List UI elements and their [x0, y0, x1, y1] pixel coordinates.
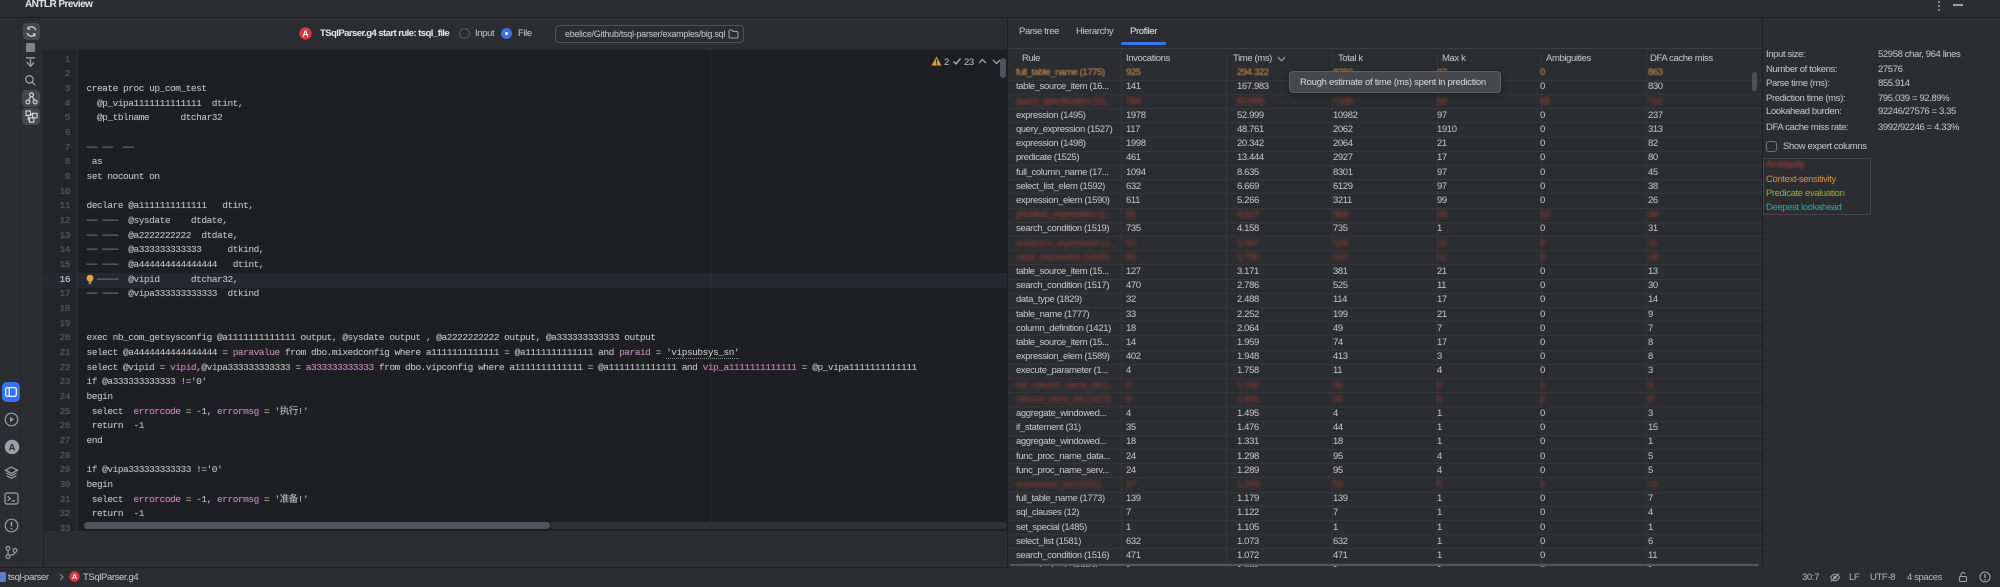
svg-text:A: A	[72, 574, 77, 581]
svg-text:A: A	[302, 29, 308, 39]
svg-text:A: A	[9, 443, 16, 454]
